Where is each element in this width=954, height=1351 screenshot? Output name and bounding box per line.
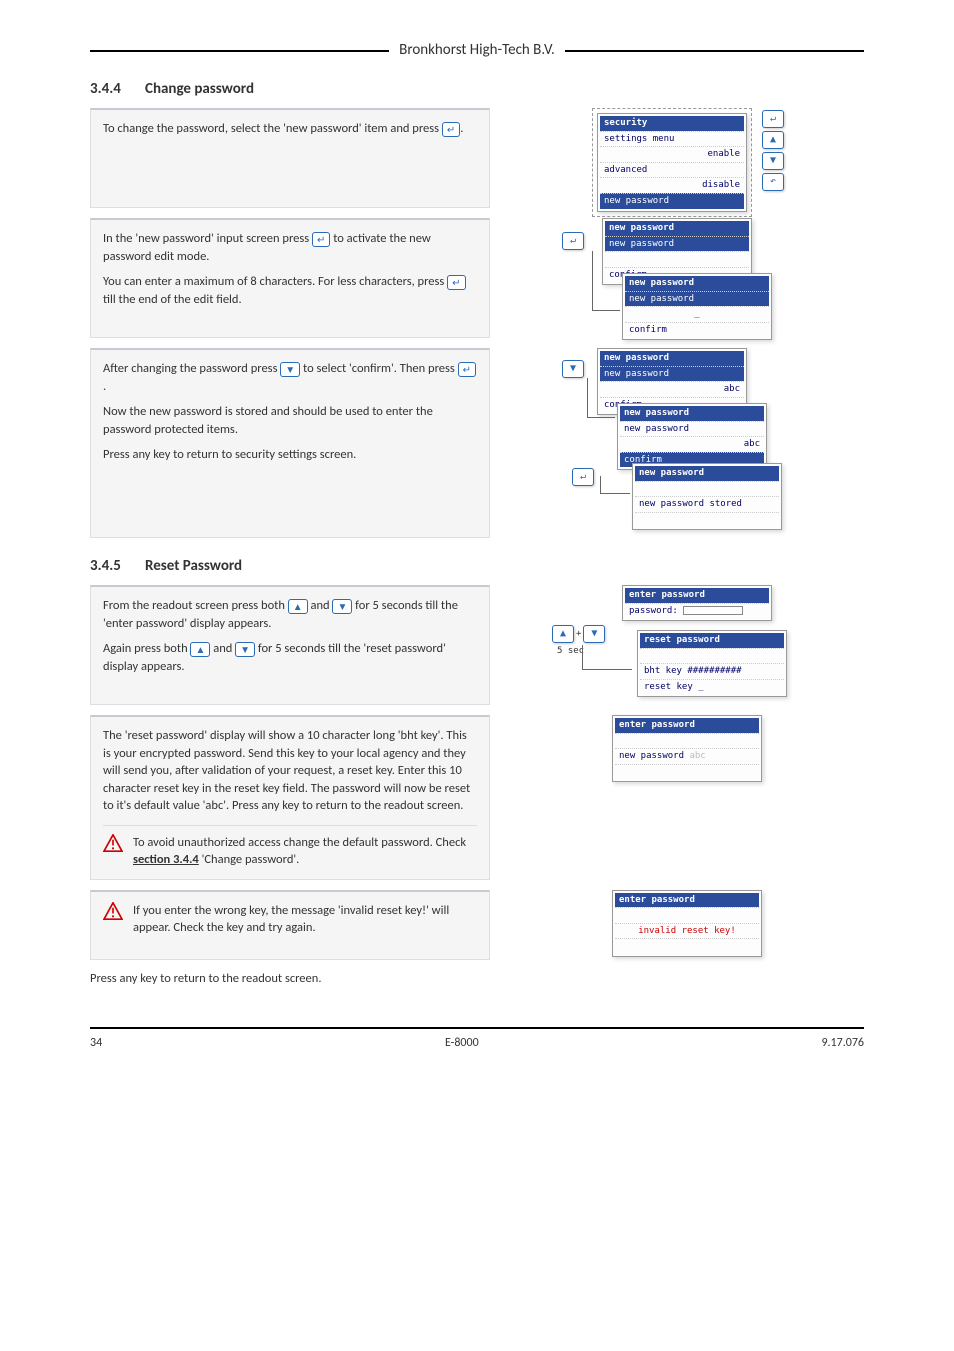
up-key-icon: ▲: [288, 599, 308, 614]
doc-id: E-8000: [445, 1035, 479, 1052]
enter-key-icon: ↵: [312, 232, 330, 247]
instruction-block: From the readout screen press both ▲ and…: [90, 585, 490, 705]
header-rule-left: [90, 50, 389, 52]
down-key-icon: ▼: [280, 362, 300, 377]
down-key-icon: ▼: [762, 152, 784, 170]
down-key-icon: ▼: [332, 599, 352, 614]
instruction-block: In the 'new password' input screen press…: [90, 218, 490, 338]
rev-number: 9.17.076: [821, 1035, 864, 1052]
up-key-icon: ▲: [190, 642, 210, 657]
undo-key-icon: ↶: [762, 173, 784, 191]
up-key-icon: ▲: [552, 625, 574, 643]
diagram-new-password-set: enter password new password abc: [502, 715, 864, 795]
instruction-block: If you enter the wrong key, the message …: [90, 890, 490, 960]
final-instruction: Press any key to return to the readout s…: [90, 970, 864, 988]
up-key-icon: ▲: [762, 131, 784, 149]
instruction-block: The 'reset password' display will show a…: [90, 715, 490, 880]
enter-key-icon: ↵: [562, 232, 584, 250]
warning-text: To avoid unauthorized access change the …: [133, 834, 477, 869]
down-key-icon: ▼: [583, 625, 605, 643]
page-number: 34: [90, 1035, 102, 1052]
enter-key-icon: ↵: [572, 468, 594, 486]
enter-key-icon: ↵: [442, 122, 460, 137]
diagram-invalid-key: enter password invalid reset key!: [502, 890, 864, 960]
section-heading-change-password: 3.4.4Change password: [90, 79, 864, 100]
diagram-reset-sequence: enter password password: ▲ + ▼ 5 sec res…: [502, 585, 864, 705]
header-rule-right: [565, 50, 864, 52]
enter-key-icon: ↵: [447, 275, 465, 290]
down-key-icon: ▼: [235, 642, 255, 657]
page-footer: 34 E-8000 9.17.076: [90, 1027, 864, 1052]
warning-text: If you enter the wrong key, the message …: [133, 902, 477, 937]
warning-icon: [103, 834, 123, 852]
down-key-icon: ▼: [562, 360, 584, 378]
diagram-confirm-sequence: ▼ new password new password abc confirm …: [502, 348, 864, 538]
diagram-new-password-input: ↵ new password new password confirm new …: [502, 218, 864, 338]
page-header: Bronkhorst High-Tech B.V.: [90, 40, 864, 61]
section-heading-reset-password: 3.4.5Reset Password: [90, 556, 864, 577]
enter-key-icon: ↵: [762, 110, 784, 128]
instruction-block: After changing the password press ▼ to s…: [90, 348, 490, 538]
warning-icon: [103, 902, 123, 920]
instruction-block: To change the password, select the 'new …: [90, 108, 490, 208]
diagram-security-menu: security settings menu enable advanced d…: [502, 108, 864, 208]
company-name: Bronkhorst High-Tech B.V.: [389, 40, 565, 61]
section-link[interactable]: section 3.4.4: [133, 852, 199, 867]
enter-key-icon: ↵: [458, 362, 476, 377]
